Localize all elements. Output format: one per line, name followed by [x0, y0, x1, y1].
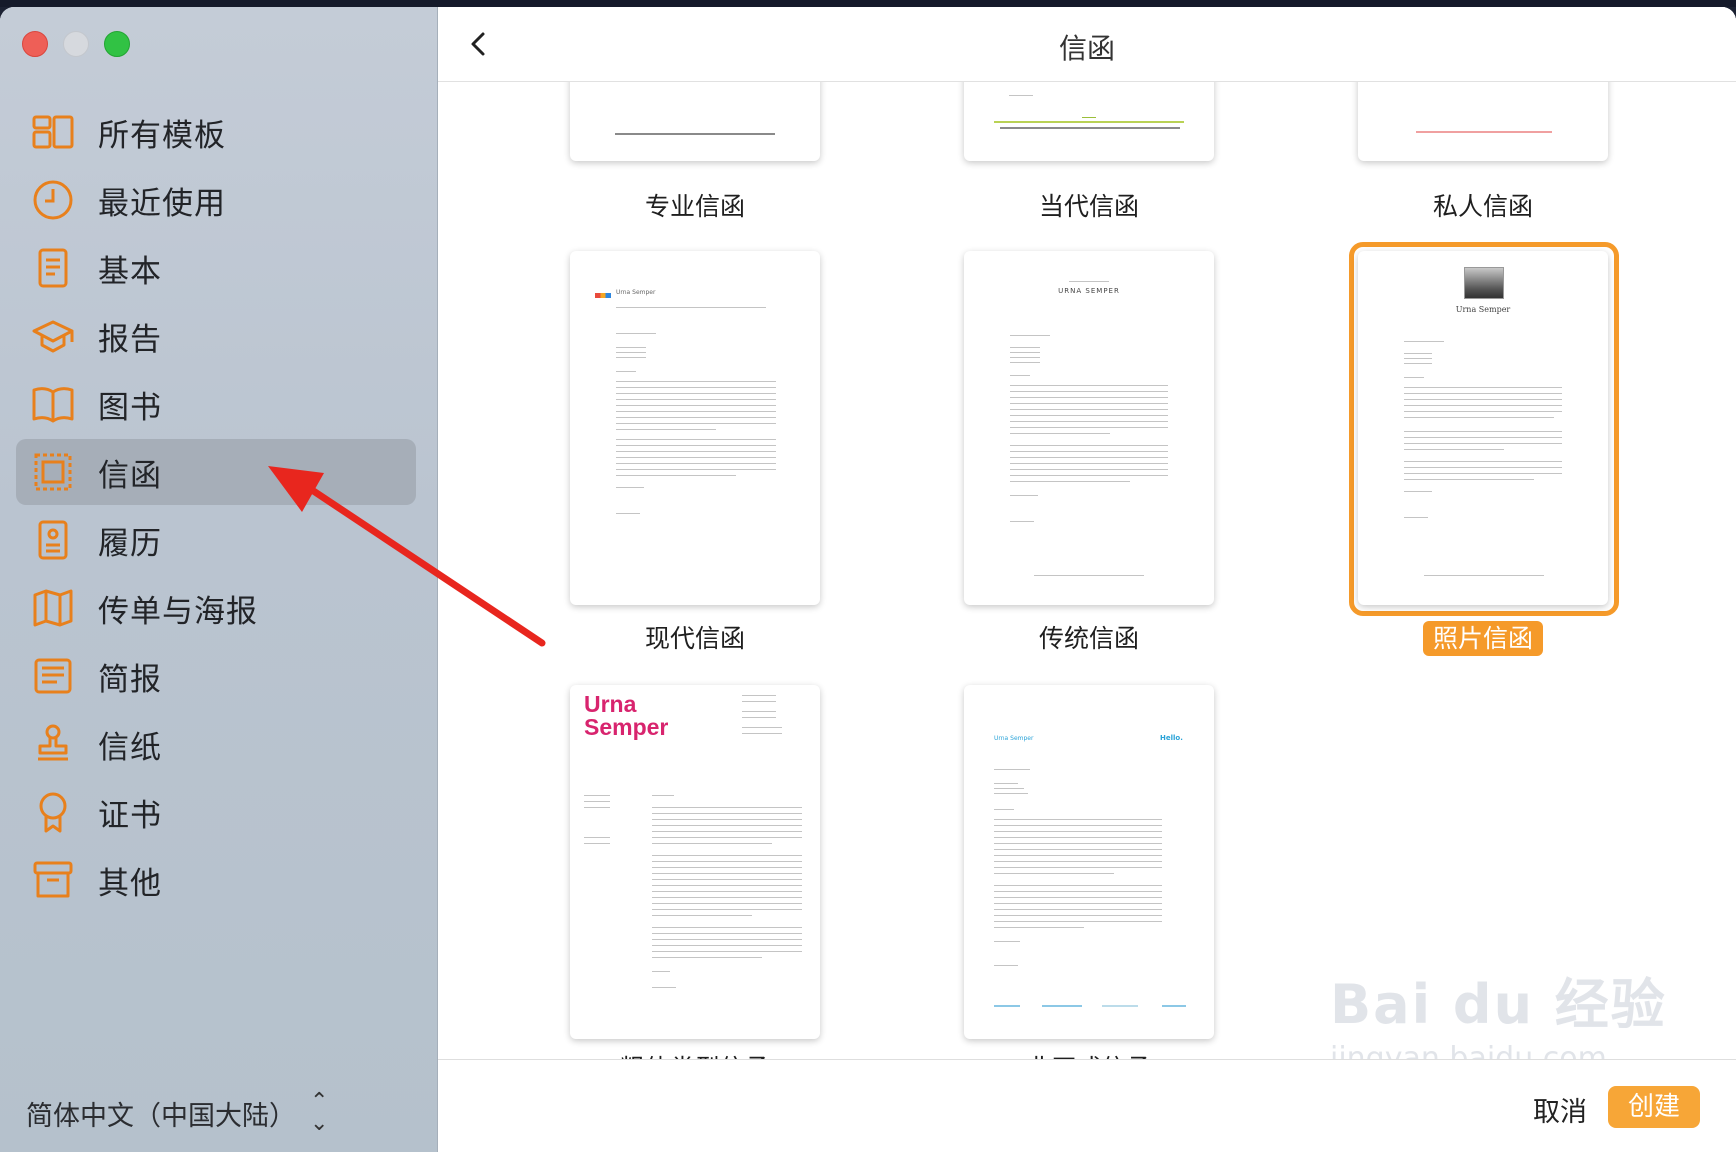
sidebar-item-books[interactable]: 图书 — [16, 371, 416, 437]
template-thumbnail — [964, 81, 1214, 161]
color-logo-mark — [595, 293, 611, 298]
sidebar-item-recent[interactable]: 最近使用 — [16, 167, 416, 233]
template-grid: 专业信函 当代信函 私人信函 Urna Semper 现代信函 URNA SEM… — [438, 81, 1736, 1065]
map-icon — [30, 585, 76, 631]
language-label: 简体中文（中国大陆） — [26, 1100, 296, 1132]
preview-bold-name-line2: Semper — [584, 714, 669, 740]
template-label: 现代信函 — [644, 624, 745, 653]
page-title: 信函 — [1058, 32, 1115, 65]
graduation-cap-icon — [30, 313, 76, 359]
minimize-window-button[interactable] — [63, 31, 89, 57]
preview-sender-name: Urna Semper — [1455, 305, 1511, 314]
zoom-window-button[interactable] — [104, 31, 130, 57]
sidebar-item-flyers-posters[interactable]: 传单与海报 — [16, 575, 416, 641]
sidebar-item-all-templates[interactable]: 所有模板 — [16, 99, 416, 165]
template-thumbnail: Urna Semper Hello. — [964, 685, 1214, 1039]
create-button[interactable]: 创建 — [1608, 1086, 1700, 1128]
document-icon — [30, 245, 76, 291]
sidebar-item-certificates[interactable]: 证书 — [16, 779, 416, 845]
archive-box-icon — [30, 857, 76, 903]
sidebar-item-label: 图书 — [98, 389, 162, 426]
template-thumbnail: Urna Semper — [570, 251, 820, 605]
sidebar-item-reports[interactable]: 报告 — [16, 303, 416, 369]
template-label: 私人信函 — [1432, 192, 1533, 221]
sidebar-item-label: 所有模板 — [98, 117, 226, 154]
cancel-button[interactable]: 取消 — [1501, 1090, 1619, 1136]
template-thumbnail: Urna Semper — [570, 685, 820, 1039]
sidebar-item-other[interactable]: 其他 — [16, 847, 416, 913]
close-window-button[interactable] — [22, 31, 48, 57]
sidebar-item-label: 信纸 — [98, 729, 162, 766]
template-label: 当代信函 — [1038, 192, 1139, 221]
preview-sender-name: Urna Semper — [616, 289, 656, 296]
template-label: 传统信函 — [1038, 624, 1139, 653]
sidebar: 所有模板 最近使用 基本 报告 图书 信函 履历 传单与海报 简报 信纸 证书 … — [0, 7, 438, 1152]
sidebar-item-label: 最近使用 — [98, 185, 226, 222]
template-label: 专业信函 — [644, 192, 745, 221]
bottom-bar: 取消 创建 — [438, 1059, 1736, 1152]
preview-bold-name-line1: Urna — [584, 691, 637, 717]
all-templates-icon — [30, 109, 76, 155]
preview-bold-name: Urna Semper — [584, 693, 668, 739]
sidebar-item-label: 简报 — [98, 661, 162, 698]
sidebar-item-basic[interactable]: 基本 — [16, 235, 416, 301]
preview-greeting: Hello. — [1160, 734, 1183, 742]
template-label: 照片信函 — [1358, 619, 1608, 656]
stamp-icon — [30, 449, 76, 495]
category-list: 所有模板 最近使用 基本 报告 图书 信函 履历 传单与海报 简报 信纸 证书 … — [16, 99, 416, 915]
sidebar-item-resumes[interactable]: 履历 — [16, 507, 416, 573]
seal-stamp-icon — [30, 721, 76, 767]
preview-sender-name: URNA SEMPER — [1058, 287, 1120, 295]
chevron-up-down-icon: ⌃ ⌄ — [310, 1089, 329, 1136]
template-thumbnail: Urna Semper — [1358, 251, 1608, 605]
sidebar-item-letters[interactable]: 信函 — [16, 439, 416, 505]
selected-template-label: 照片信函 — [1422, 621, 1543, 656]
sidebar-item-label: 证书 — [98, 797, 162, 834]
desktop-strip — [0, 0, 1736, 7]
sidebar-item-label: 履历 — [98, 525, 162, 562]
resume-icon — [30, 517, 76, 563]
sidebar-item-stationery[interactable]: 信纸 — [16, 711, 416, 777]
sidebar-item-label: 传单与海报 — [98, 593, 258, 630]
book-icon — [30, 381, 76, 427]
sidebar-item-newsletters[interactable]: 简报 — [16, 643, 416, 709]
language-selector[interactable]: 简体中文（中国大陆） ⌃ ⌄ — [26, 1091, 328, 1135]
traffic-lights — [22, 31, 130, 57]
template-thumbnail — [1358, 81, 1608, 161]
title-bar: 信函 — [438, 7, 1736, 82]
sidebar-item-label: 基本 — [98, 253, 162, 290]
portrait-photo — [1464, 267, 1504, 299]
preview-sender-name: Urna Semper — [994, 735, 1034, 742]
newsletter-icon — [30, 653, 76, 699]
template-thumbnail — [570, 81, 820, 161]
template-thumbnail: URNA SEMPER — [964, 251, 1214, 605]
clock-icon — [30, 177, 76, 223]
ribbon-icon — [30, 789, 76, 835]
sidebar-item-label: 信函 — [98, 457, 162, 494]
sidebar-item-label: 报告 — [98, 321, 162, 358]
watermark-main-text: Bai du 经验 — [1330, 973, 1667, 1036]
sidebar-item-label: 其他 — [98, 865, 162, 902]
